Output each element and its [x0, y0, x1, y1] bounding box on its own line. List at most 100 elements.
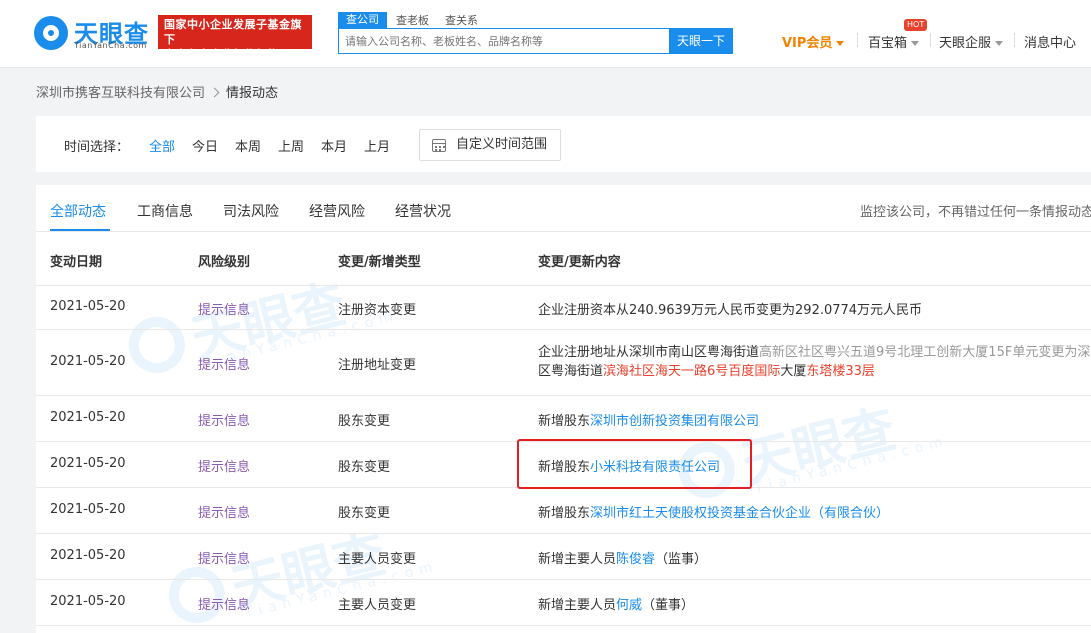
content-prefix: 新增主要人员 — [538, 552, 617, 567]
breadcrumb-current: 情报动态 — [226, 86, 279, 101]
table-row: 2021-05-20 提示信息 主要人员变更 新增主要人员陈俊睿（监事） — [36, 534, 1091, 580]
row-date: 2021-05-20 — [50, 456, 126, 471]
content-prefix: 新增股东 — [538, 506, 591, 521]
chevron-down-icon — [995, 41, 1004, 46]
custom-time-range-button[interactable]: 自定义时间范围 — [419, 129, 561, 161]
time-option-all[interactable]: 全部 — [149, 136, 175, 155]
top-header: 天眼查 TianYanCha.com 国家中小企业发展子基金旗下 官方备案企业征… — [0, 0, 1091, 68]
breadcrumb-company[interactable]: 深圳市携客互联科技有限公司 — [36, 86, 205, 101]
time-option-last-week[interactable]: 上周 — [278, 136, 304, 155]
person-link[interactable]: 何威 — [616, 598, 642, 613]
row-content: 企业注册地址从深圳市南山区粤海街道高新区社区粤兴五道9号北理工创新大厦15F单元… — [538, 343, 1091, 381]
row-risk-level[interactable]: 提示信息 — [198, 299, 250, 318]
column-header-content: 变更/更新内容 — [538, 255, 621, 270]
content-text: 企业注册地址从深圳市南山区粤海街道 — [538, 345, 760, 360]
tab-all-dynamics[interactable]: 全部动态 — [50, 201, 106, 221]
row-content: 新增股东深圳市红土天使股权投资基金合伙企业（有限合伙） — [538, 502, 889, 521]
message-center-link[interactable]: 消息中心 — [1024, 32, 1076, 51]
column-header-type: 变更/新增类型 — [338, 255, 421, 270]
site-logo[interactable]: 天眼查 TianYanCha.com — [34, 14, 154, 54]
row-risk-level[interactable]: 提示信息 — [198, 456, 250, 475]
content-text: 大厦 — [780, 364, 807, 379]
content-line-2: 区粤海街道滨海社区海天一路6号百度国际大厦东塔楼33层 — [538, 362, 1091, 381]
time-option-this-week[interactable]: 本周 — [235, 136, 261, 155]
row-change-type: 股东变更 — [338, 460, 391, 475]
table-header: 变动日期 风险级别 变更/新增类型 变更/更新内容 — [36, 232, 1091, 286]
time-filter-label: 时间选择： — [64, 140, 130, 155]
row-risk-level[interactable]: 提示信息 — [198, 594, 250, 613]
search-box — [338, 28, 670, 54]
row-date: 2021-05-20 — [50, 299, 126, 314]
row-change-type: 主要人员变更 — [338, 552, 417, 567]
shareholder-link[interactable]: 深圳市红土天使股权投资基金合伙企业（有限合伙） — [590, 506, 889, 521]
row-risk-level[interactable]: 提示信息 — [198, 548, 250, 567]
row-content: 新增股东深圳市创新投资集团有限公司 — [538, 410, 759, 429]
content-text-added: 百度国际 — [728, 364, 781, 379]
nav-divider — [930, 33, 931, 47]
column-header-risk: 风险级别 — [198, 255, 251, 270]
treasure-label: 百宝箱 — [868, 36, 908, 51]
row-date: 2021-05-20 — [50, 548, 126, 563]
search-input[interactable] — [339, 29, 669, 53]
logo-eye-icon — [34, 16, 68, 50]
row-change-type: 主要人员变更 — [338, 598, 417, 613]
row-change-type: 注册地址变更 — [338, 358, 417, 373]
chevron-down-icon — [911, 41, 920, 46]
content-suffix: （监事） — [655, 552, 708, 567]
dynamics-panel: 全部动态 工商信息 司法风险 经营风险 经营状况 监控该公司，不再错过任何一条情… — [36, 185, 1091, 633]
banner-line-2: 官方备案企业征信机构 — [164, 48, 279, 61]
row-date: 2021-05-20 — [50, 594, 126, 609]
row-risk-level[interactable]: 提示信息 — [198, 410, 250, 429]
row-change-type: 注册资本变更 — [338, 303, 417, 318]
nav-divider — [857, 33, 858, 47]
person-link[interactable]: 陈俊睿 — [616, 552, 655, 567]
shareholder-link[interactable]: 深圳市创新投资集团有限公司 — [590, 414, 759, 429]
content-prefix: 新增主要人员 — [538, 598, 617, 613]
row-content: 企业注册资本从240.9639万元人民币变更为292.0774万元人民币 — [538, 303, 923, 318]
monitor-company-link[interactable]: 监控该公司，不再错过任何一条情报动态 — [860, 201, 1091, 220]
search-button[interactable]: 天眼一下 — [669, 28, 733, 54]
content-line-1: 企业注册地址从深圳市南山区粤海街道高新区社区粤兴五道9号北理工创新大厦15F单元… — [538, 343, 1091, 362]
time-option-this-month[interactable]: 本月 — [321, 136, 347, 155]
table-row: 2021-05-20 提示信息 股东变更 新增股东深圳市创新投资集团有限公司 — [36, 396, 1091, 442]
time-filter-panel: 时间选择： 全部 今日 本周 上周 本月 上月 自定义时间范围 — [36, 116, 1091, 172]
search-tab-company[interactable]: 查公司 — [338, 12, 387, 28]
row-risk-level[interactable]: 提示信息 — [198, 502, 250, 521]
content-text-added: 海天一路6号 — [655, 364, 729, 379]
vip-label: VIP会员 — [782, 36, 833, 51]
tab-operating-status[interactable]: 经营状况 — [395, 201, 451, 221]
treasure-box-menu[interactable]: 百宝箱 — [868, 32, 920, 51]
nav-divider — [1014, 33, 1015, 47]
enterprise-service-menu[interactable]: 天眼企服 — [939, 32, 1004, 51]
row-risk-level[interactable]: 提示信息 — [198, 354, 250, 373]
enterprise-label: 天眼企服 — [939, 36, 992, 51]
tab-judicial-risk[interactable]: 司法风险 — [223, 201, 279, 221]
row-content: 新增主要人员何威（董事） — [538, 594, 694, 613]
banner-line-1: 国家中小企业发展子基金旗下 — [164, 18, 302, 46]
search-tab-boss[interactable]: 查老板 — [396, 12, 429, 28]
table-row: 2021-05-20 提示信息 股东变更 新增股东深圳市红土天使股权投资基金合伙… — [36, 488, 1091, 534]
row-date: 2021-05-20 — [50, 354, 126, 369]
content-text-added: 东塔楼33层 — [806, 364, 875, 379]
time-option-today[interactable]: 今日 — [192, 136, 218, 155]
row-date: 2021-05-20 — [50, 410, 126, 425]
table-row: 2021-05-20 提示信息 注册地址变更 企业注册地址从深圳市南山区粤海街道… — [36, 330, 1091, 396]
time-option-last-month[interactable]: 上月 — [364, 136, 390, 155]
breadcrumb: 深圳市携客互联科技有限公司 情报动态 — [36, 82, 278, 101]
table-row: 2021-05-20 提示信息 主要人员变更 新增主要人员何威（董事） — [36, 580, 1091, 626]
search-tab-relation[interactable]: 查关系 — [445, 12, 478, 28]
calendar-icon — [432, 139, 446, 152]
tab-operating-risk[interactable]: 经营风险 — [309, 201, 365, 221]
logo-subtitle: TianYanCha.com — [74, 41, 147, 50]
table-row: 2021-05-20 提示信息 注册资本变更 企业注册资本从240.9639万元… — [36, 286, 1091, 330]
official-banner: 国家中小企业发展子基金旗下 官方备案企业征信机构 — [158, 15, 312, 61]
column-header-date: 变动日期 — [50, 255, 103, 270]
custom-range-label: 自定义时间范围 — [456, 137, 548, 152]
row-content: 新增主要人员陈俊睿（监事） — [538, 548, 707, 567]
hot-badge: HOT — [904, 19, 928, 31]
row-change-type: 股东变更 — [338, 414, 391, 429]
tab-business-info[interactable]: 工商信息 — [137, 201, 193, 221]
vip-member-menu[interactable]: VIP会员 — [782, 32, 845, 51]
chevron-down-icon — [836, 41, 845, 46]
content-text-removed: 高新区社区 — [759, 345, 825, 360]
